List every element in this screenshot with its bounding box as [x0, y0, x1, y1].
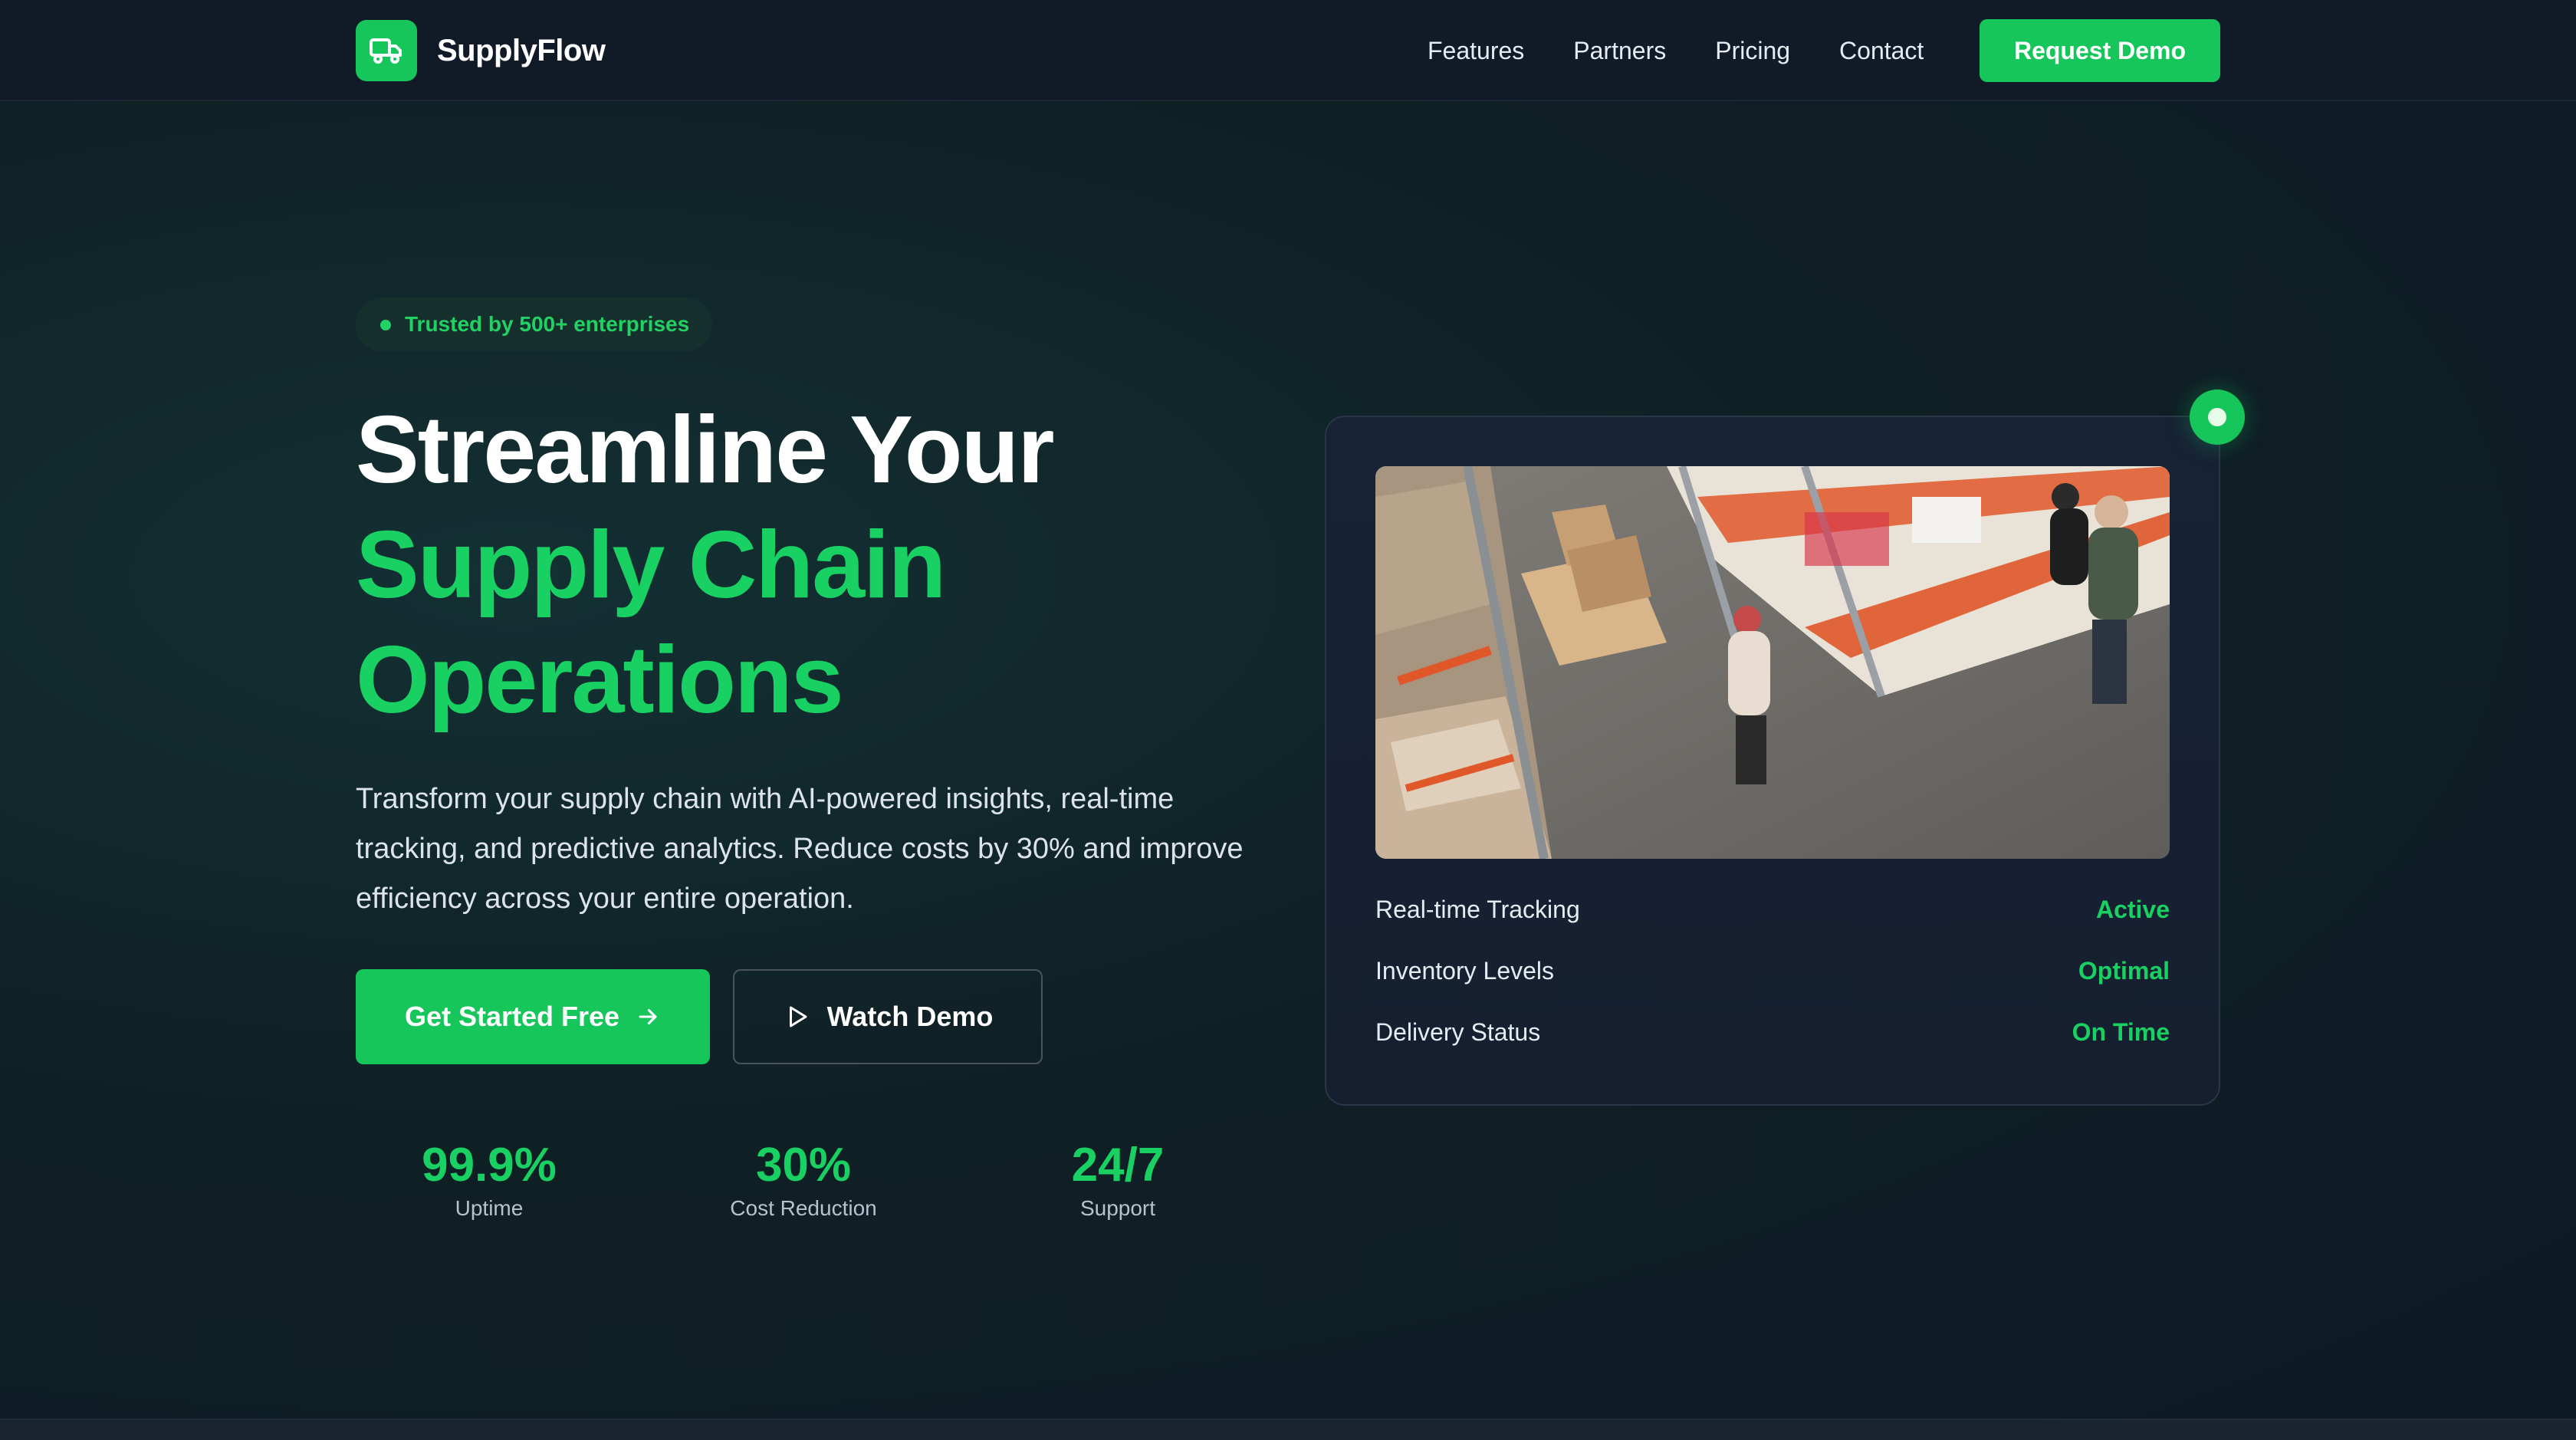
nav-link-pricing[interactable]: Pricing [1715, 37, 1790, 65]
status-row-inventory: Inventory Levels Optimal [1375, 948, 2170, 994]
watch-demo-button[interactable]: Watch Demo [733, 969, 1043, 1064]
status-value: Optimal [2078, 956, 2170, 985]
nav-link-features[interactable]: Features [1428, 37, 1524, 65]
stat-label: Uptime [455, 1196, 524, 1220]
hero-headline: Streamline Your Supply Chain Operations [356, 393, 1055, 738]
headline-line-2: Supply Chain [356, 512, 946, 618]
live-indicator-icon [2190, 390, 2245, 445]
stat-support: 24/7 Support [1003, 1135, 1233, 1221]
nav-link-contact[interactable]: Contact [1839, 37, 1924, 65]
stat-value: 24/7 [1071, 1139, 1165, 1192]
trust-badge-text: Trusted by 500+ enterprises [405, 312, 690, 336]
hero-description: Transform your supply chain with AI-powe… [356, 783, 1244, 915]
warehouse-photo [1375, 466, 2170, 859]
status-dot-icon [380, 320, 391, 330]
get-started-label: Get Started Free [404, 1001, 620, 1032]
stat-label: Cost Reduction [730, 1196, 877, 1220]
nav-links: Features Partners Pricing Contact [1428, 0, 1973, 101]
get-started-button[interactable]: Get Started Free [356, 969, 710, 1064]
truck-icon [356, 20, 417, 81]
landing-page: SupplyFlow Features Partners Pricing Con… [0, 0, 2576, 1440]
request-demo-button[interactable]: Request Demo [1980, 19, 2220, 82]
play-icon [783, 1003, 810, 1031]
status-row-delivery: Delivery Status On Time [1375, 1009, 2170, 1055]
status-label: Inventory Levels [1375, 956, 1555, 985]
top-navigation: SupplyFlow Features Partners Pricing Con… [0, 0, 2576, 101]
status-value: Active [2095, 895, 2170, 923]
stat-value: 30% [755, 1139, 852, 1192]
nav-link-partners[interactable]: Partners [1573, 37, 1666, 65]
status-label: Real-time Tracking [1375, 895, 1580, 923]
stat-label: Support [1079, 1196, 1156, 1220]
headline-line-1: Streamline Your [356, 397, 1055, 503]
headline-line-3: Operations [356, 627, 844, 733]
status-label: Delivery Status [1375, 1018, 1541, 1046]
brand[interactable]: SupplyFlow [356, 20, 606, 81]
stat-uptime: 99.9% Uptime [374, 1135, 604, 1221]
watch-demo-label: Watch Demo [826, 1001, 994, 1032]
operations-status-card: Real-time Tracking Active Inventory Leve… [1325, 416, 2220, 1106]
brand-name: SupplyFlow [437, 33, 606, 67]
arrow-right-icon [635, 1004, 661, 1030]
status-row-tracking: Real-time Tracking Active [1375, 886, 2170, 932]
stat-value: 99.9% [422, 1139, 557, 1192]
trust-badge: Trusted by 500+ enterprises [356, 298, 713, 351]
status-value: On Time [2072, 1018, 2170, 1046]
stat-cost-reduction: 30% Cost Reduction [688, 1135, 918, 1221]
